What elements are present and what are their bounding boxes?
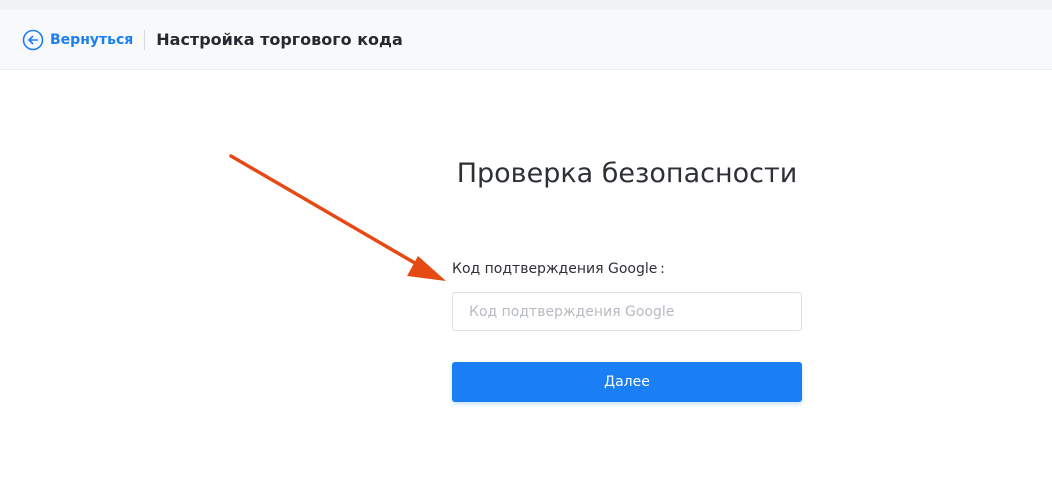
google-code-input[interactable] — [452, 292, 802, 331]
header-divider — [144, 29, 146, 50]
back-button-label: Вернуться — [50, 31, 134, 48]
top-strip — [0, 0, 1052, 10]
back-button[interactable]: Вернуться — [22, 29, 133, 51]
arrow-left-circle-icon — [22, 29, 44, 51]
google-code-label: Код подтверждения Google : — [452, 261, 665, 277]
header-bar: Вернуться Настройка торгового кода — [0, 10, 1052, 70]
form-title: Проверка безопасности — [456, 158, 798, 189]
arrow-annotation — [229, 154, 446, 281]
page-title: Настройка торгового кода — [156, 30, 403, 49]
next-button[interactable]: Далее — [452, 362, 802, 402]
